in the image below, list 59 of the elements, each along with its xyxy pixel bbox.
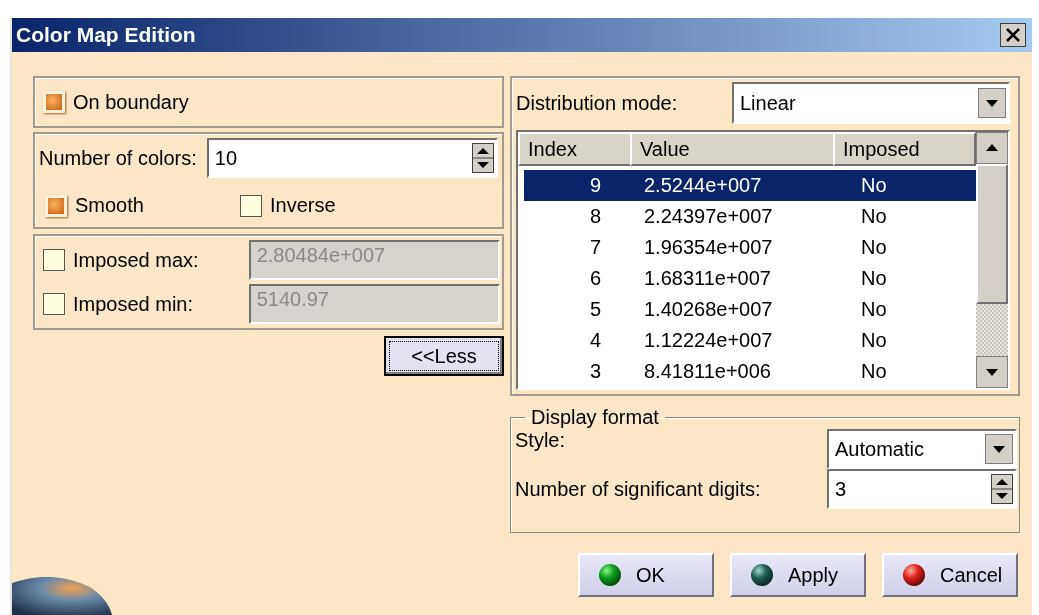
table-cell-text: 7 — [588, 236, 602, 259]
table-row[interactable]: 5 1.40268e+007 No — [524, 294, 976, 325]
table-cell-text: No — [860, 267, 888, 290]
dialog-button[interactable]: Apply — [730, 553, 866, 597]
number-field[interactable]: 10 — [206, 138, 498, 178]
window-title: Color Map Edition — [16, 23, 196, 47]
table-cell-text: No — [860, 298, 888, 321]
checkbox-label: Smooth — [75, 194, 144, 217]
sphere-icon — [902, 563, 926, 587]
table-cell-text: No — [860, 174, 888, 197]
table-cell-text: 1.40268e+007 — [643, 298, 774, 321]
table-cell-text: 8.41811e+006 — [643, 360, 772, 383]
group-title: Display format — [530, 406, 660, 429]
spinner-icon[interactable] — [472, 143, 494, 173]
less-button[interactable]: <<Less — [384, 336, 504, 376]
checkbox-label: On boundary — [73, 90, 189, 114]
column-header[interactable]: Imposed — [833, 132, 976, 166]
dropdown[interactable]: Automatic — [827, 429, 1017, 469]
table-cell-text: 2.5244e+007 — [643, 174, 763, 197]
table-cell-text: No — [860, 236, 888, 259]
checkbox-label: Inverse — [270, 194, 336, 217]
dropdown[interactable]: Linear — [732, 82, 1010, 124]
sphere-icon — [750, 563, 774, 587]
table-cell-text: 8 — [588, 205, 602, 228]
scrollbar[interactable] — [976, 132, 1008, 388]
field-label: Style: — [515, 429, 566, 452]
table-row[interactable]: 3 8.41811e+006 No — [524, 356, 976, 387]
scroll-thumb[interactable] — [976, 164, 1008, 304]
table-cell-text: 1.96354e+007 — [643, 236, 774, 259]
field-label: Distribution mode: — [516, 91, 678, 115]
table-row[interactable]: 6 1.68311e+007 No — [524, 263, 976, 294]
table-row[interactable]: 8 2.24397e+007 No — [524, 201, 976, 232]
scroll-up-icon[interactable] — [976, 132, 1008, 164]
table-cell-text: No — [860, 329, 888, 352]
table-cell-text: 1.12224e+007 — [643, 329, 774, 352]
table-cell-text: 9 — [588, 174, 602, 197]
spinner-icon[interactable] — [991, 474, 1013, 504]
table-cell-text: 5 — [588, 298, 602, 321]
table-cell-text: 1.68311e+007 — [643, 267, 772, 290]
table-cell-text: 4 — [588, 329, 602, 352]
number-field[interactable]: 3 — [827, 469, 1017, 509]
table-row[interactable]: 9 2.5244e+007 No — [524, 170, 976, 201]
checkbox-label: Imposed min: — [73, 292, 194, 316]
dialog-button[interactable]: Cancel — [882, 553, 1018, 597]
scroll-down-icon[interactable] — [976, 356, 1008, 388]
table-cell-text: No — [860, 205, 888, 228]
field-label: Number of colors: — [39, 146, 197, 170]
dialog-button[interactable]: OK — [578, 553, 714, 597]
table-cell-text: 2.24397e+007 — [643, 205, 774, 228]
table-cell-text: No — [860, 360, 888, 383]
close-icon[interactable] — [1000, 23, 1026, 47]
table-cell-text: 3 — [588, 360, 602, 383]
sphere-icon — [598, 563, 622, 587]
checkbox-label: Imposed max: — [73, 248, 199, 272]
table-row[interactable]: 7 1.96354e+007 No — [524, 232, 976, 263]
checkbox[interactable] — [240, 194, 262, 217]
table-row[interactable]: 4 1.12224e+007 No — [524, 325, 976, 356]
table-cell-text: 6 — [588, 267, 602, 290]
field-label: Number of significant digits: — [515, 477, 761, 501]
